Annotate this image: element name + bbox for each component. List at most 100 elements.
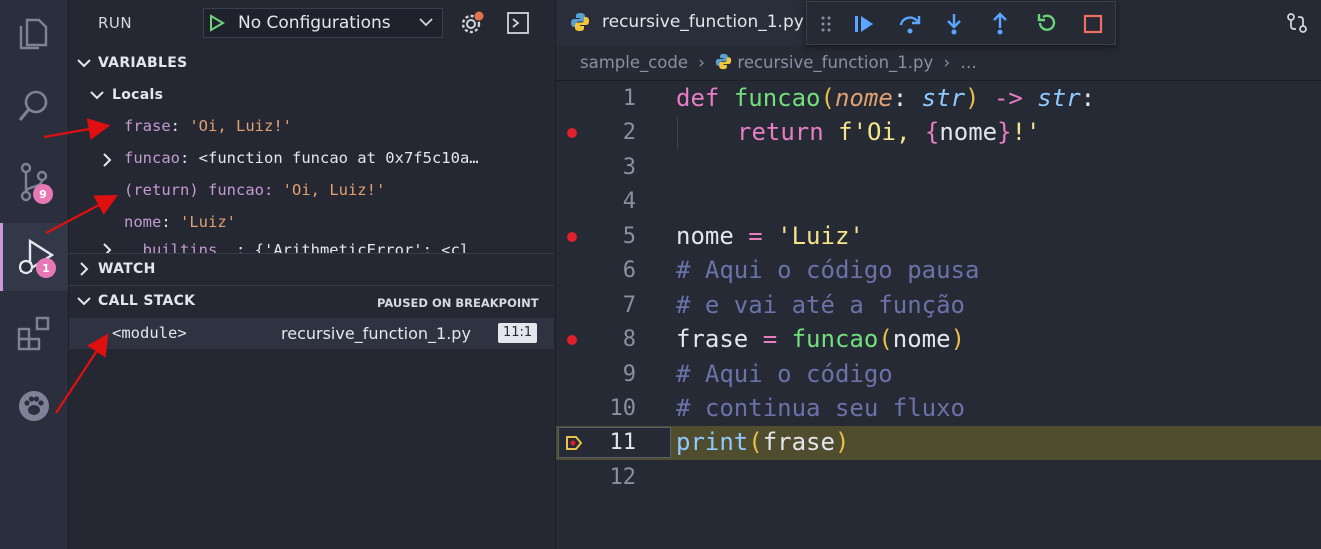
frame-name: <module>: [112, 324, 187, 342]
line-number: 5: [622, 224, 636, 249]
variable-row[interactable]: funcao: <function funcao at 0x7f5c10a…: [124, 149, 479, 167]
source-control-badge: 9: [33, 184, 53, 204]
code-comment: # Aqui o código: [676, 360, 893, 388]
step-over-icon[interactable]: [898, 13, 922, 35]
explorer-button[interactable]: [0, 0, 68, 68]
line-number: 11: [609, 430, 637, 455]
chevron-down-icon[interactable]: [90, 90, 104, 100]
code-line[interactable]: 6 # Aqui o código pausa: [556, 254, 1321, 288]
debug-sidebar: RUN No Configurations VARIABLES Locals f…: [69, 0, 554, 549]
gear-icon[interactable]: [459, 10, 485, 36]
variable-row[interactable]: nome: 'Luiz': [124, 213, 236, 231]
code-comment: # e vai até a função: [676, 291, 965, 319]
python-icon: [716, 53, 732, 70]
debug-console-icon[interactable]: [507, 12, 529, 34]
code-line[interactable]: 8 frase = funcao(nome): [556, 323, 1321, 357]
code-text: return f'Oi, {nome}!': [737, 118, 1041, 146]
variable-row-clipped[interactable]: __builtins__: {'ArithmeticError': <cl: [69, 239, 554, 253]
line-number: 7: [622, 293, 636, 318]
debug-toolbar: [806, 1, 1116, 45]
current-line[interactable]: 11 print(frase): [556, 426, 1321, 460]
compare-changes-icon[interactable]: [1286, 12, 1308, 34]
line-number: 9: [622, 362, 636, 387]
line-number: 8: [622, 327, 636, 352]
editor-area: recursive_function_1.py sample_code › re…: [555, 0, 1321, 549]
breadcrumb-folder[interactable]: sample_code: [580, 53, 688, 72]
code-text: def funcao(nome: str) -> str:: [676, 84, 1096, 112]
drag-handle-icon[interactable]: [821, 16, 831, 32]
start-debug-icon[interactable]: [209, 14, 225, 32]
code-line[interactable]: 10 # continua seu fluxo: [556, 392, 1321, 426]
code-line[interactable]: 4: [556, 185, 1321, 219]
restart-icon[interactable]: [1036, 12, 1058, 34]
tab-label: recursive_function_1.py: [602, 12, 804, 32]
code-line[interactable]: 1 def funcao(nome: str) -> str:: [556, 82, 1321, 116]
locals-scope[interactable]: Locals: [112, 87, 163, 103]
call-stack-frame[interactable]: <module> recursive_function_1.py 11:1: [69, 318, 554, 349]
call-stack-title[interactable]: CALL STACK: [98, 293, 195, 309]
run-debug-button[interactable]: 1: [0, 223, 68, 291]
variable-row[interactable]: frase: 'Oi, Luiz!': [124, 117, 292, 135]
source-control-button[interactable]: 9: [0, 148, 68, 216]
code-line[interactable]: 5 nome = 'Luiz': [556, 220, 1321, 254]
search-icon: [18, 90, 48, 121]
extensions-icon: [17, 316, 50, 351]
extensions-button[interactable]: [0, 299, 68, 367]
files-icon: [19, 18, 48, 50]
breakpoint-icon[interactable]: [567, 232, 577, 242]
indent-guide: [677, 116, 678, 150]
paused-status: PAUSED ON BREAKPOINT: [377, 296, 539, 310]
code-line[interactable]: 3: [556, 151, 1321, 185]
breadcrumb-separator-icon: ›: [698, 53, 705, 72]
code-text: nome = 'Luiz': [676, 222, 864, 250]
line-number: 6: [622, 258, 636, 283]
frame-file: recursive_function_1.py: [281, 324, 471, 343]
continue-icon[interactable]: [853, 13, 875, 35]
paw-icon: [19, 391, 49, 421]
breadcrumb-symbol[interactable]: …: [960, 53, 977, 72]
line-number: 2: [622, 120, 636, 145]
step-out-icon[interactable]: [991, 12, 1009, 36]
line-number: 10: [609, 396, 637, 421]
line-number: 4: [622, 189, 636, 214]
code-line[interactable]: 7 # e vai até a função: [556, 289, 1321, 323]
current-execution-arrow-icon: [566, 436, 583, 450]
chevron-right-icon[interactable]: [102, 153, 112, 167]
chevron-right-icon[interactable]: [102, 243, 112, 253]
code-text: frase = funcao(nome): [676, 325, 966, 353]
tab-recursive-function[interactable]: recursive_function_1.py: [556, 0, 806, 46]
panel-divider: [69, 253, 554, 254]
code-line[interactable]: 12: [556, 461, 1321, 495]
breakpoint-icon[interactable]: [567, 128, 577, 138]
chevron-down-icon[interactable]: [77, 296, 91, 306]
panel-divider: [69, 285, 554, 286]
breadcrumb: sample_code › recursive_function_1.py › …: [580, 53, 977, 72]
paw-extension-button[interactable]: [0, 372, 68, 440]
code-text: print(frase): [676, 428, 850, 456]
run-header: RUN No Configurations: [69, 0, 554, 48]
stop-icon[interactable]: [1083, 14, 1103, 34]
watch-title[interactable]: WATCH: [98, 261, 156, 277]
code-line[interactable]: 9 # Aqui o código: [556, 358, 1321, 392]
chevron-down-icon[interactable]: [419, 17, 433, 27]
debug-badge: 1: [36, 258, 56, 278]
code-comment: # Aqui o código pausa: [676, 256, 980, 284]
run-label: RUN: [98, 14, 133, 32]
variables-title[interactable]: VARIABLES: [98, 55, 187, 71]
breadcrumb-file[interactable]: recursive_function_1.py: [737, 53, 933, 72]
line-number: 12: [609, 465, 637, 490]
breadcrumb-separator-icon: ›: [943, 53, 951, 72]
breakpoint-icon[interactable]: [567, 335, 577, 345]
search-button[interactable]: [0, 72, 68, 140]
chevron-right-icon[interactable]: [79, 262, 89, 276]
line-number: 1: [622, 86, 636, 111]
python-icon: [571, 13, 589, 31]
chevron-down-icon[interactable]: [77, 58, 91, 68]
variable-row[interactable]: (return) funcao: 'Oi, Luiz!': [124, 181, 385, 199]
line-number: 3: [622, 155, 636, 180]
step-into-icon[interactable]: [945, 12, 963, 36]
breadcrumb-divider: [556, 80, 1321, 81]
configuration-label: No Configurations: [238, 13, 391, 33]
code-comment: # continua seu fluxo: [676, 394, 965, 422]
code-line[interactable]: 2 return f'Oi, {nome}!': [556, 116, 1321, 150]
